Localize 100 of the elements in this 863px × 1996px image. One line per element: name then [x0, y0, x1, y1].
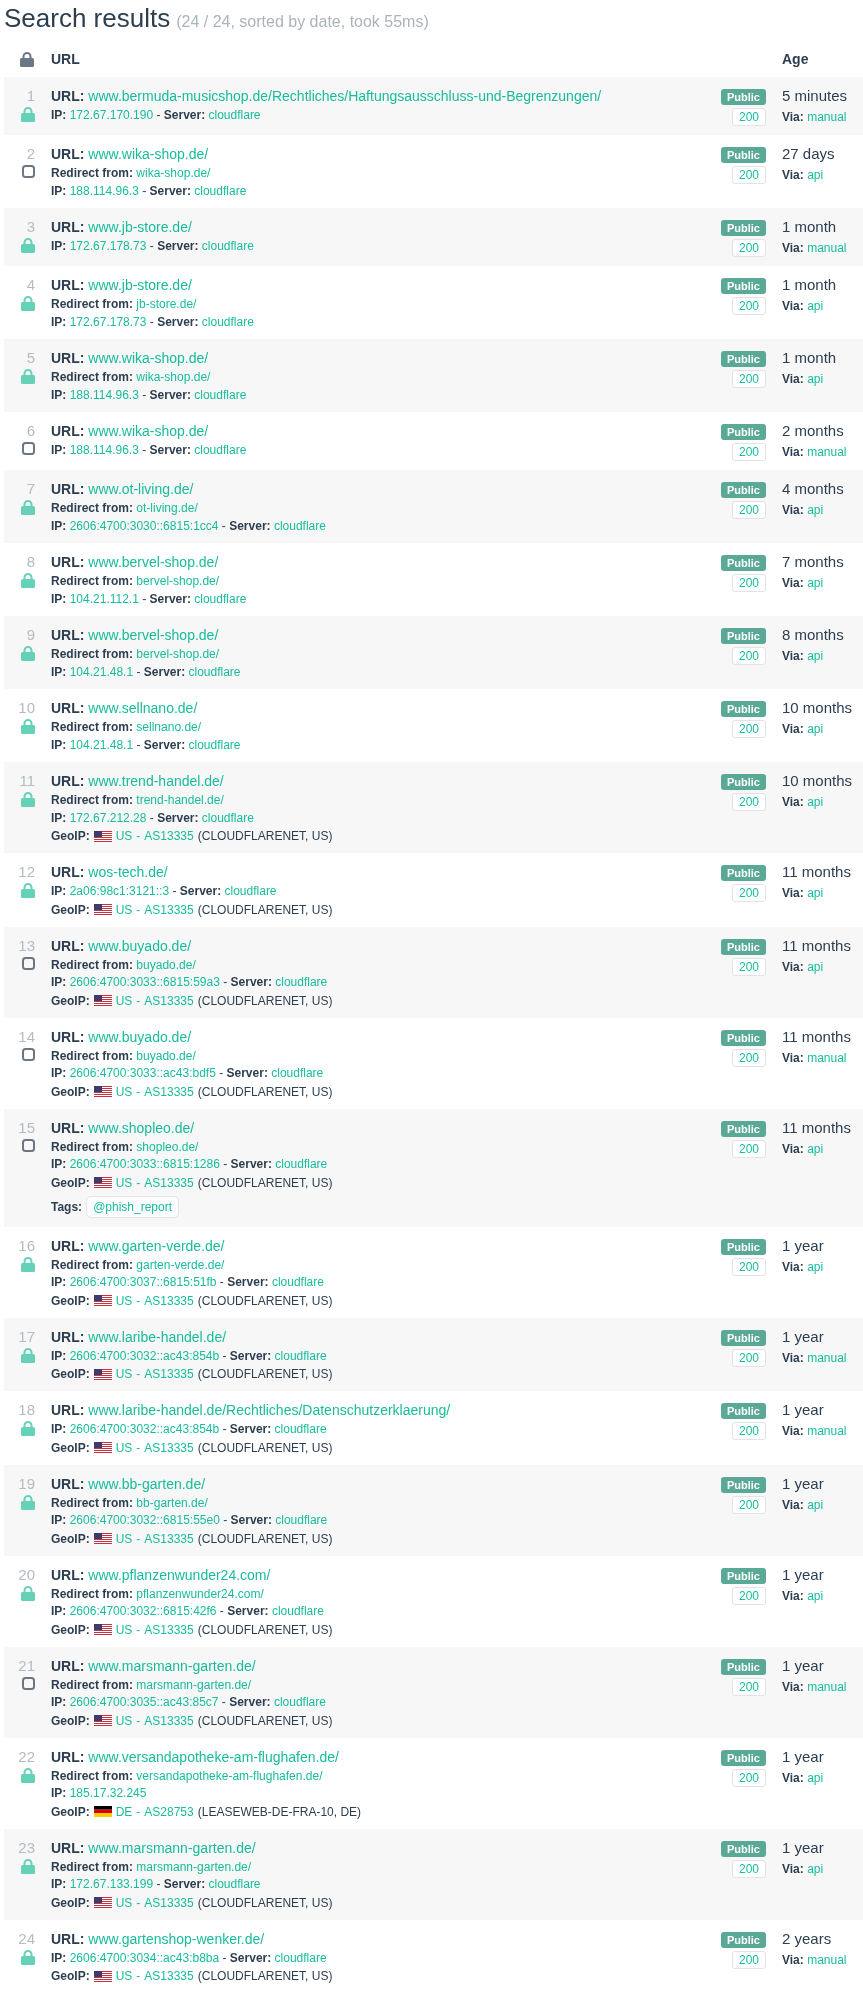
url-link[interactable]: www.wika-shop.de/: [88, 350, 209, 366]
redirect-link[interactable]: bb-garten.de/: [136, 1495, 208, 1510]
via-link[interactable]: manual: [807, 241, 847, 255]
asn-link[interactable]: AS13335: [144, 1438, 194, 1457]
redirect-link[interactable]: bervel-shop.de/: [136, 574, 220, 588]
asn-link[interactable]: AS13335: [144, 1082, 194, 1101]
url-link[interactable]: www.pflanzenwunder24.com/: [88, 1566, 271, 1583]
url-link[interactable]: www.buyado.de/: [88, 937, 192, 954]
url-link[interactable]: www.bervel-shop.de/: [88, 554, 219, 570]
ip-link[interactable]: 2606:4700:3032::ac43:854b: [69, 1422, 220, 1436]
asn-link[interactable]: AS13335: [144, 1529, 194, 1548]
server-link[interactable]: cloudflare: [194, 387, 247, 402]
server-link[interactable]: cloudflare: [275, 975, 328, 989]
url-link[interactable]: www.sellnano.de/: [88, 700, 198, 716]
server-link[interactable]: cloudflare: [208, 1877, 261, 1891]
via-link[interactable]: api: [807, 372, 824, 386]
redirect-link[interactable]: marsmann-garten.de/: [136, 1859, 252, 1874]
url-link[interactable]: www.trend-handel.de/: [88, 773, 224, 789]
asn-link[interactable]: AS13335: [144, 827, 194, 845]
url-link[interactable]: www.ot-living.de/: [88, 481, 194, 497]
server-link[interactable]: cloudflare: [194, 591, 247, 606]
server-link[interactable]: cloudflare: [188, 737, 241, 752]
country-link[interactable]: US: [115, 1967, 133, 1985]
country-link[interactable]: US: [115, 900, 133, 919]
via-link[interactable]: api: [807, 886, 824, 900]
via-link[interactable]: api: [807, 649, 824, 663]
url-link[interactable]: www.wika-shop.de/: [88, 423, 209, 439]
ip-link[interactable]: 2a06:98c1:3121::3: [69, 884, 170, 898]
redirect-link[interactable]: versandapotheke-am-flughafen.de/: [136, 1768, 323, 1783]
asn-link[interactable]: AS28753: [144, 1802, 194, 1821]
via-link[interactable]: manual: [807, 1350, 847, 1365]
url-link[interactable]: www.marsmann-garten.de/: [88, 1657, 256, 1674]
redirect-link[interactable]: sellnano.de/: [136, 720, 202, 734]
country-link[interactable]: US: [115, 1620, 133, 1639]
asn-link[interactable]: AS13335: [144, 1620, 194, 1639]
ip-link[interactable]: 185.17.32.245: [69, 1786, 147, 1800]
asn-link[interactable]: AS13335: [144, 1291, 194, 1310]
redirect-link[interactable]: wika-shop.de/: [136, 166, 211, 180]
server-link[interactable]: cloudflare: [188, 664, 241, 679]
redirect-link[interactable]: bervel-shop.de/: [136, 647, 220, 661]
via-link[interactable]: api: [807, 795, 824, 809]
country-link[interactable]: US: [115, 1711, 133, 1730]
url-link[interactable]: www.gartenshop-wenker.de/: [88, 1930, 265, 1947]
asn-link[interactable]: AS13335: [144, 991, 194, 1010]
redirect-link[interactable]: buyado.de/: [136, 1048, 196, 1063]
via-link[interactable]: api: [807, 1588, 824, 1603]
redirect-link[interactable]: wika-shop.de/: [136, 370, 211, 384]
via-link[interactable]: api: [807, 503, 824, 517]
redirect-link[interactable]: marsmann-garten.de/: [136, 1677, 252, 1692]
via-link[interactable]: manual: [807, 1679, 847, 1694]
ip-link[interactable]: 172.67.133.199: [69, 1877, 154, 1891]
redirect-link[interactable]: shopleo.de/: [136, 1139, 199, 1154]
asn-link[interactable]: AS13335: [144, 900, 194, 919]
ip-link[interactable]: 2606:4700:3032::6815:42f6: [69, 1604, 217, 1618]
server-link[interactable]: cloudflare: [201, 314, 254, 329]
server-link[interactable]: cloudflare: [194, 443, 247, 457]
via-link[interactable]: api: [807, 299, 824, 313]
asn-link[interactable]: AS13335: [144, 1967, 194, 1985]
asn-link[interactable]: AS13335: [144, 1365, 194, 1383]
ip-link[interactable]: 188.114.96.3: [69, 443, 139, 457]
via-link[interactable]: api: [807, 1141, 824, 1156]
redirect-link[interactable]: garten-verde.de/: [136, 1257, 225, 1272]
ip-link[interactable]: 172.67.170.190: [69, 108, 154, 122]
url-link[interactable]: www.bb-garten.de/: [88, 1475, 206, 1492]
url-link[interactable]: www.jb-store.de/: [88, 277, 192, 293]
ip-link[interactable]: 104.21.112.1: [69, 591, 139, 606]
url-link[interactable]: www.bermuda-musicshop.de/Rechtliches/Haftungsausschluss-und-Begrenzungen/: [88, 88, 602, 104]
country-link[interactable]: US: [115, 1438, 133, 1457]
url-link[interactable]: www.laribe-handel.de/: [88, 1328, 227, 1345]
ip-link[interactable]: 2606:4700:3033::6815:1286: [69, 1157, 220, 1171]
country-link[interactable]: US: [115, 1082, 133, 1101]
redirect-link[interactable]: jb-store.de/: [136, 297, 197, 311]
url-link[interactable]: www.garten-verde.de/: [88, 1237, 225, 1254]
url-link[interactable]: www.marsmann-garten.de/: [88, 1839, 256, 1856]
server-link[interactable]: cloudflare: [271, 1066, 324, 1080]
server-link[interactable]: cloudflare: [201, 810, 254, 825]
server-link[interactable]: cloudflare: [273, 518, 326, 533]
url-link[interactable]: www.shopleo.de/: [88, 1119, 195, 1136]
server-link[interactable]: cloudflare: [274, 1422, 327, 1436]
country-link[interactable]: US: [115, 827, 133, 845]
via-link[interactable]: manual: [807, 1952, 847, 1967]
ip-link[interactable]: 172.67.178.73: [69, 239, 147, 253]
country-link[interactable]: DE: [115, 1802, 133, 1821]
via-link[interactable]: api: [807, 1861, 824, 1876]
ip-link[interactable]: 2606:4700:3037::6815:51fb: [69, 1275, 217, 1289]
server-link[interactable]: cloudflare: [275, 1513, 328, 1527]
via-link[interactable]: api: [807, 959, 824, 974]
ip-link[interactable]: 2606:4700:3030::6815:1cc4: [69, 518, 219, 533]
server-link[interactable]: cloudflare: [273, 1695, 326, 1709]
redirect-link[interactable]: trend-handel.de/: [136, 793, 224, 807]
ip-link[interactable]: 2606:4700:3032::6815:55e0: [69, 1513, 220, 1527]
redirect-link[interactable]: pflanzenwunder24.com/: [136, 1586, 264, 1601]
via-link[interactable]: manual: [807, 1424, 847, 1438]
asn-link[interactable]: AS13335: [144, 1173, 194, 1192]
via-link[interactable]: api: [807, 1497, 824, 1512]
ip-link[interactable]: 2606:4700:3032::ac43:854b: [69, 1348, 220, 1363]
server-link[interactable]: cloudflare: [201, 239, 254, 253]
via-link[interactable]: api: [807, 1770, 824, 1785]
country-link[interactable]: US: [115, 1291, 133, 1310]
ip-link[interactable]: 104.21.48.1: [69, 664, 134, 679]
